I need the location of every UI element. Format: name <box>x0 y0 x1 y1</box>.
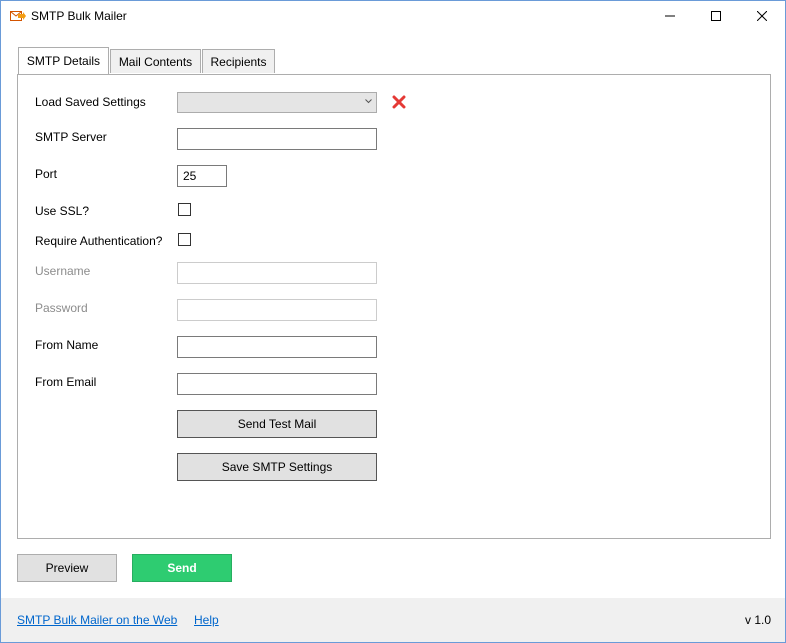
maximize-button[interactable] <box>693 1 739 31</box>
preview-button[interactable]: Preview <box>17 554 117 582</box>
status-bar: SMTP Bulk Mailer on the Web Help v 1.0 <box>1 598 785 642</box>
tab-smtp-details[interactable]: SMTP Details <box>18 47 109 74</box>
mail-arrow-icon <box>10 11 26 21</box>
tab-label: Mail Contents <box>118 54 193 69</box>
smtp-details-panel <box>17 74 771 539</box>
save-smtp-settings-label: Save SMTP Settings <box>221 460 333 474</box>
title-bar[interactable]: SMTP Bulk Mailer <box>1 1 785 31</box>
tab-mail-contents[interactable]: Mail Contents <box>110 49 201 73</box>
send-test-mail-label: Send Test Mail <box>237 417 317 431</box>
from-name-input[interactable] <box>177 336 377 358</box>
smtp-server-input[interactable] <box>177 128 377 150</box>
minimize-icon <box>665 15 675 17</box>
tab-recipients[interactable]: Recipients <box>202 49 275 73</box>
port-input[interactable] <box>177 165 227 187</box>
minimize-button[interactable] <box>647 1 693 31</box>
delete-settings-icon[interactable] <box>392 95 406 109</box>
send-label: Send <box>167 561 197 575</box>
require-auth-checkbox[interactable] <box>178 233 191 246</box>
close-button[interactable] <box>739 1 785 31</box>
tab-label: SMTP Details <box>26 54 101 68</box>
use-ssl-checkbox[interactable] <box>178 203 191 216</box>
preview-label: Preview <box>45 561 89 575</box>
send-test-mail-button[interactable]: Send Test Mail <box>177 410 377 438</box>
window-title: SMTP Bulk Mailer <box>31 9 127 23</box>
send-button[interactable]: Send <box>132 554 232 582</box>
close-icon <box>757 11 767 21</box>
help-link[interactable]: Help <box>194 613 219 627</box>
maximize-icon <box>711 11 721 21</box>
from-email-input[interactable] <box>177 373 377 395</box>
web-link[interactable]: SMTP Bulk Mailer on the Web <box>17 613 177 627</box>
app-window: SMTP Bulk Mailer SMTP Details Mail Conte… <box>0 0 786 643</box>
tab-label: Recipients <box>210 54 267 69</box>
save-smtp-settings-button[interactable]: Save SMTP Settings <box>177 453 377 481</box>
load-saved-dropdown[interactable] <box>177 92 377 113</box>
chevron-down-icon <box>365 99 372 104</box>
version-label: v 1.0 <box>744 613 771 627</box>
